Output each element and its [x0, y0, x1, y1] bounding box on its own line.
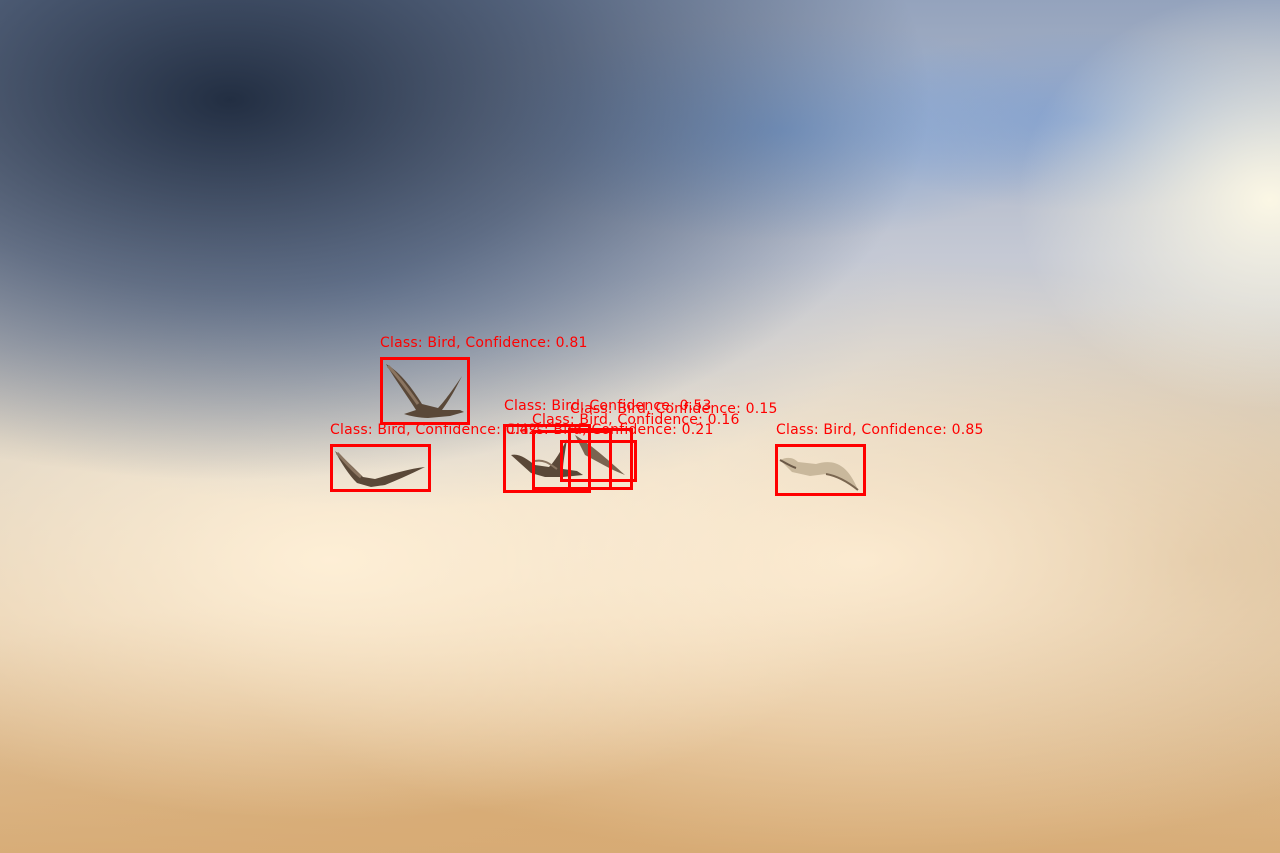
detection-box-7 [775, 444, 866, 496]
detection-label-5: Class: Bird, Confidence: 0.21 [506, 422, 714, 438]
detection-label-7: Class: Bird, Confidence: 0.85 [776, 422, 984, 438]
sky-photo: Class: Bird, Confidence: 0.81 Class: Bir… [0, 0, 1280, 853]
detection-box-5 [560, 440, 637, 482]
detection-box-1 [380, 357, 470, 425]
detection-label-1: Class: Bird, Confidence: 0.81 [380, 335, 588, 351]
detection-box-6 [330, 444, 431, 492]
